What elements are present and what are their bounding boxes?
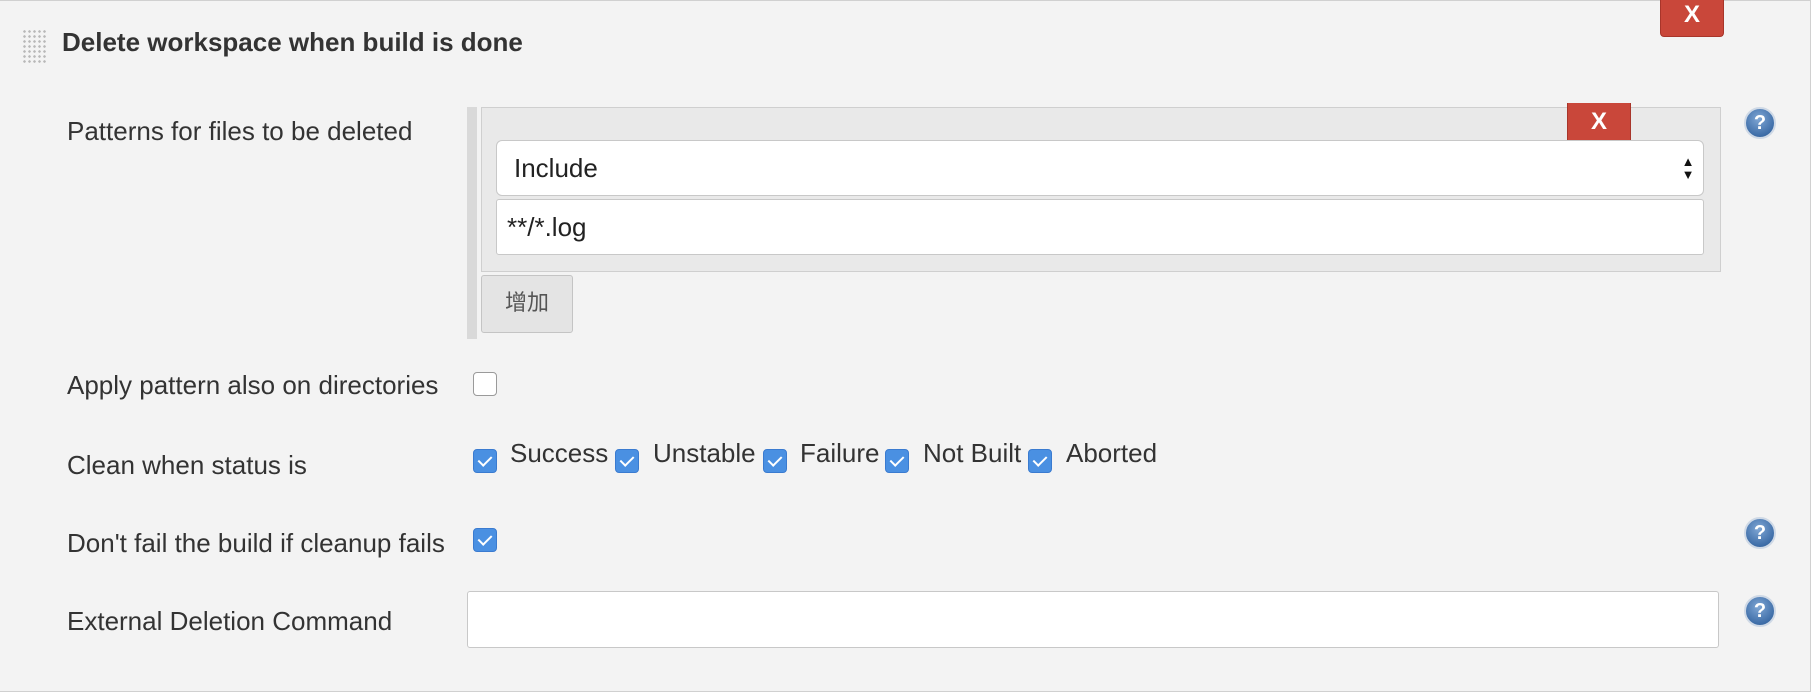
clean-status-label: Clean when status is xyxy=(67,450,307,480)
pattern-type-select[interactable]: Include ▲ ▼ xyxy=(496,140,1704,196)
apply-dirs-checkbox[interactable] xyxy=(473,372,497,396)
add-pattern-button[interactable]: 增加 xyxy=(481,275,573,333)
pattern-input[interactable]: **/*.log xyxy=(496,199,1704,255)
status-failure-label: Failure xyxy=(800,438,880,468)
dont-fail-checkbox[interactable] xyxy=(473,528,497,552)
status-notbuilt-checkbox[interactable] xyxy=(885,449,909,473)
select-arrows-icon: ▲ ▼ xyxy=(1681,154,1695,182)
external-command-label: External Deletion Command xyxy=(67,606,393,636)
status-aborted-label: Aborted xyxy=(1066,438,1158,468)
status-unstable-label: Unstable xyxy=(653,438,756,468)
help-icon[interactable]: ? xyxy=(1744,595,1776,627)
repeatable-bar xyxy=(467,107,477,339)
patterns-label: Patterns for files to be deleted xyxy=(67,116,413,146)
external-command-input[interactable] xyxy=(467,591,1719,648)
status-failure-checkbox[interactable] xyxy=(763,449,787,473)
status-aborted-checkbox[interactable] xyxy=(1028,449,1052,473)
drag-handle-icon[interactable] xyxy=(22,29,46,63)
section-title: Delete workspace when build is done xyxy=(62,27,523,57)
pattern-type-value: Include xyxy=(514,153,598,183)
status-unstable-checkbox[interactable] xyxy=(615,449,639,473)
status-success-label: Success xyxy=(510,438,609,468)
help-icon[interactable]: ? xyxy=(1744,517,1776,549)
status-success-checkbox[interactable] xyxy=(473,449,497,473)
apply-dirs-label: Apply pattern also on directories xyxy=(67,370,439,400)
help-icon[interactable]: ? xyxy=(1744,107,1776,139)
delete-workspace-panel: X Delete workspace when build is done Pa… xyxy=(0,0,1811,692)
dont-fail-label: Don't fail the build if cleanup fails xyxy=(67,528,445,558)
status-notbuilt-label: Not Built xyxy=(923,438,1022,468)
delete-section-button[interactable]: X xyxy=(1660,0,1724,37)
pattern-input-value: **/*.log xyxy=(507,212,587,242)
delete-pattern-button[interactable]: X xyxy=(1567,103,1631,143)
